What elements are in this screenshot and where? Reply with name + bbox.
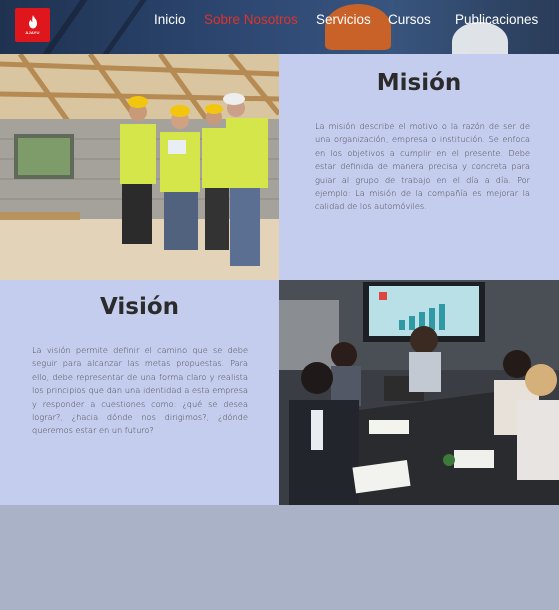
nav-sobre-nosotros[interactable]: Sobre Nosotros	[204, 12, 298, 27]
logo-text: AJAYU	[25, 30, 40, 35]
mision-section: Misión La misión describe el motivo o la…	[279, 54, 559, 280]
vision-title: Visión	[99, 294, 180, 320]
mision-title: Misión	[376, 70, 462, 96]
nav-publicaciones[interactable]: Publicaciones	[455, 12, 538, 27]
construction-team-image	[0, 54, 279, 280]
bottom-area	[0, 505, 559, 610]
nav-servicios[interactable]: Servicios	[316, 12, 371, 27]
nav-inicio[interactable]: Inicio	[154, 12, 186, 27]
vision-section: Visión La visión permite definir el cami…	[0, 280, 279, 505]
helmet-decoration	[325, 4, 391, 50]
nav-cursos[interactable]: Cursos	[388, 12, 431, 27]
site-header: AJAYU Inicio Sobre Nosotros Servicios Cu…	[0, 0, 559, 54]
flame-icon	[28, 15, 37, 29]
logo[interactable]: AJAYU	[15, 8, 50, 42]
vision-text: La visión permite definir el camino que …	[32, 345, 248, 436]
header-beam	[97, 0, 148, 54]
mision-text: La misión describe el motivo o la razón …	[315, 121, 530, 212]
business-meeting-image	[279, 280, 559, 505]
